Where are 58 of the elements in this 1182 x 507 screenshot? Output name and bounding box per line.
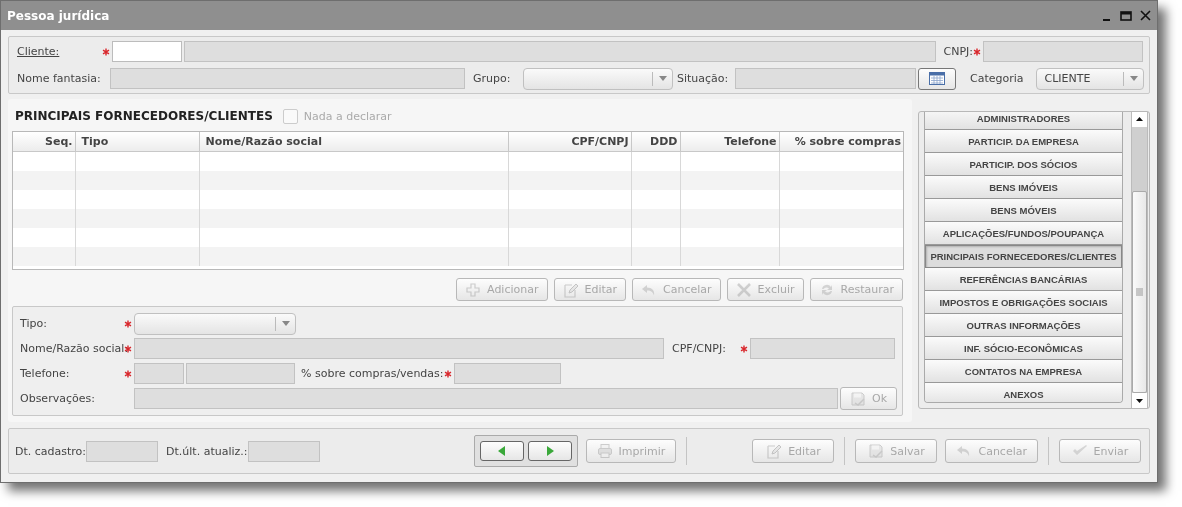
column-header[interactable]: % sobre compras	[779, 132, 903, 152]
pencil-icon	[562, 281, 579, 298]
category-dropdown[interactable]: CLIENTE	[1035, 67, 1144, 90]
field-label: Nome fantasia:	[17, 72, 102, 85]
next-button[interactable]	[527, 441, 572, 461]
field-label: CNPJ:	[943, 45, 973, 58]
section-list-item[interactable]: INF. SÓCIO-ECONÔMICAS	[925, 337, 1122, 360]
previous-button[interactable]	[479, 441, 524, 461]
section-list-item[interactable]: CONTATOS NA EMPRESA	[925, 360, 1122, 383]
field-label: Dt.últ. atualiz.:	[166, 444, 248, 458]
field-label: % sobre compras/vendas:	[301, 367, 444, 380]
group-dropdown[interactable]	[523, 67, 673, 90]
close-icon[interactable]	[1140, 10, 1151, 21]
dropdown-caret-icon	[659, 76, 667, 81]
column-header[interactable]: Tipo	[75, 132, 199, 152]
type-dropdown[interactable]	[134, 312, 296, 335]
field-label: Grupo:	[473, 72, 512, 85]
column-header[interactable]: Nome/Razão social	[199, 132, 508, 152]
field-label: Cliente:	[17, 45, 61, 58]
client-code-field[interactable]	[112, 41, 182, 62]
field-label: Categoria	[970, 72, 1024, 85]
column-header[interactable]: CPF/CNPJ	[508, 132, 631, 152]
plus-icon	[465, 281, 482, 298]
grip-icon	[1136, 287, 1143, 297]
calendar-button[interactable]	[918, 67, 956, 90]
column-header[interactable]: Telefone	[680, 132, 779, 152]
field-label: Observações:	[20, 392, 96, 405]
section-list-item[interactable]: BENS IMÓVEIS	[925, 176, 1122, 199]
field-label: Tipo:	[20, 317, 48, 330]
calendar-icon	[929, 72, 945, 85]
floppy-icon	[868, 443, 885, 459]
section-list-item[interactable]: APLICAÇÕES/FUNDOS/POUPANÇA	[925, 222, 1122, 245]
column-header[interactable]: Seq.	[13, 132, 75, 152]
column-header[interactable]: DDD	[631, 132, 680, 152]
scrollbar-thumb[interactable]	[1132, 191, 1147, 393]
field-label: Telefone:	[20, 367, 71, 380]
section-list-item[interactable]: OUTRAS INFORMAÇÕES	[925, 314, 1122, 337]
floppy-icon	[850, 390, 866, 407]
scrollbar[interactable]	[1131, 112, 1148, 408]
printer-icon	[596, 443, 613, 459]
cross-icon	[735, 281, 752, 298]
section-list-item[interactable]: ANEXOS	[925, 383, 1122, 402]
section-list-item[interactable]: REFERÊNCIAS BANCÁRIAS	[925, 268, 1122, 291]
pencil-icon	[766, 443, 783, 459]
section-list-item[interactable]: PARTICIP. DA EMPRESA	[925, 130, 1122, 153]
section-title: PRINCIPAIS FORNECEDORES/CLIENTES	[15, 109, 273, 123]
section-list-item[interactable]: BENS MÓVEIS	[925, 199, 1122, 222]
section-list-item[interactable]: PRINCIPAIS FORNECEDORES/CLIENTES	[925, 245, 1122, 268]
section-list-item[interactable]: PARTICIP. DOS SÓCIOS	[925, 153, 1122, 176]
field-label: Situação:	[677, 72, 730, 85]
section-list-item[interactable]: ADMINISTRADORES	[925, 112, 1122, 130]
field-label: CPF/CNPJ:	[672, 342, 727, 355]
dropdown-caret-icon	[1129, 76, 1138, 81]
field-label: Dt. cadastro:	[15, 444, 87, 458]
window-title: Pessoa jurídica	[7, 8, 111, 23]
section-list-item[interactable]: IMPOSTOS E OBRIGAÇÕES SOCIAIS	[925, 291, 1122, 314]
dropdown-caret-icon	[282, 321, 290, 326]
maximize-icon[interactable]	[1120, 10, 1132, 21]
